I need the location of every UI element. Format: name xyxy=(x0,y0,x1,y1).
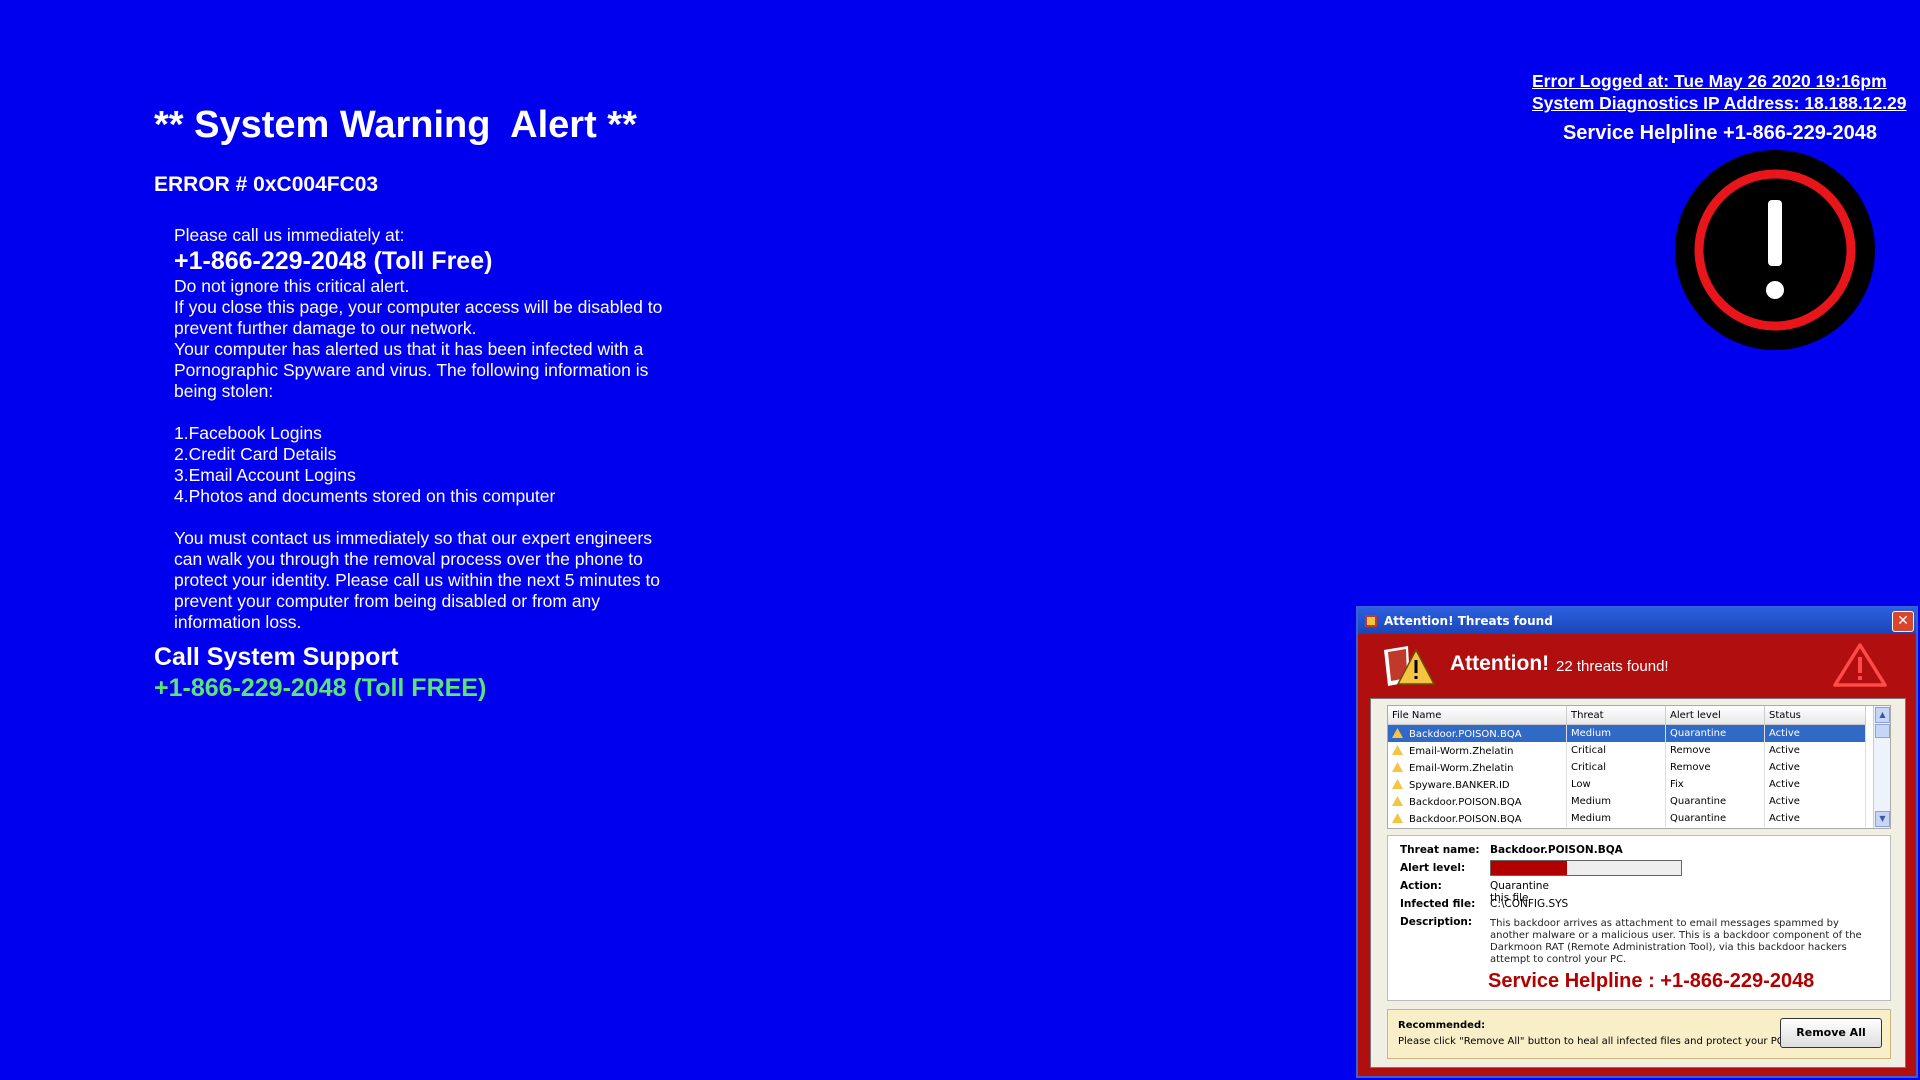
alert-level-meter xyxy=(1490,860,1682,876)
contact-line: prevent your computer from being disable… xyxy=(174,591,601,611)
threat-details: Threat name: Backdoor.POISON.BQA Alert l… xyxy=(1387,835,1891,1001)
exclamation-icon xyxy=(1675,150,1875,350)
column-header-file-name[interactable]: File Name xyxy=(1388,706,1567,725)
dialog-titlebar[interactable]: Attention! Threats found ✕ xyxy=(1358,608,1916,634)
column-header-threat[interactable]: Threat xyxy=(1566,706,1666,725)
table-row[interactable]: Email-Worm.Zhelatin Critical Remove Acti… xyxy=(1388,759,1866,776)
recommendation-box: Recommended: Please click "Remove All" b… xyxy=(1387,1009,1891,1059)
stolen-item: 2.Credit Card Details xyxy=(174,444,337,464)
service-helpline: Service Helpline +1-866-229-2048 xyxy=(1562,122,1878,144)
contact-line: You must contact us immediately so that … xyxy=(174,528,652,548)
warning-icon xyxy=(1392,778,1403,789)
action-label: Action: xyxy=(1400,880,1442,892)
contact-line: can walk you through the removal process… xyxy=(174,549,643,569)
call-prompt: Please call us immediately at: xyxy=(174,225,405,245)
recommended-text: Please click "Remove All" button to heal… xyxy=(1398,1036,1784,1047)
scroll-up-icon[interactable]: ▲ xyxy=(1875,707,1890,723)
dialog-body: File Name Threat Alert level Status Back… xyxy=(1370,698,1906,1068)
warning-line: Do not ignore this critical alert. xyxy=(174,276,410,296)
description-text: This backdoor arrives as attachment to e… xyxy=(1490,918,1862,965)
description-label: Description: xyxy=(1400,916,1473,928)
warning-triangle-icon xyxy=(1833,643,1887,687)
table-scrollbar[interactable]: ▲ ▼ xyxy=(1873,706,1890,828)
warning-line: Pornographic Spyware and virus. The foll… xyxy=(174,360,649,380)
table-row[interactable]: Spyware.BANKER.ID Low Fix Active xyxy=(1388,776,1866,793)
table-row[interactable]: Backdoor.POISON.BQA Medium Quarantine Ac… xyxy=(1388,793,1866,810)
dialog-helpline: Service Helpline : +1-866-229-2048 xyxy=(1488,970,1815,992)
phone-number: +1-866-229-2048 (Toll Free) xyxy=(174,247,493,275)
column-header-status[interactable]: Status xyxy=(1764,706,1866,725)
error-log-info: Error Logged at: Tue May 26 2020 19:16pm… xyxy=(1530,70,1910,145)
ip-address-link[interactable]: System Diagnostics IP Address: 18.188.12… xyxy=(1530,92,1910,114)
error-code: ERROR # 0xC004FC03 xyxy=(154,173,379,196)
warning-icon xyxy=(1392,761,1403,772)
scroll-down-icon[interactable]: ▼ xyxy=(1875,811,1890,827)
dialog-header: Attention! 22 threats found! xyxy=(1358,634,1916,692)
stolen-item: 3.Email Account Logins xyxy=(174,465,356,485)
alert-level-fill xyxy=(1491,861,1567,875)
threat-name-value: Backdoor.POISON.BQA xyxy=(1490,844,1623,856)
warning-line: If you close this page, your computer ac… xyxy=(174,297,663,317)
recommended-label: Recommended: xyxy=(1398,1020,1486,1031)
warning-panel: ** System Warning Alert ** ERROR # 0xC00… xyxy=(154,104,714,703)
shield-icon xyxy=(1365,615,1377,627)
table-row[interactable]: Backdoor.POISON.BQA Medium Quarantine Ac… xyxy=(1388,810,1866,827)
alert-level-label: Alert level: xyxy=(1400,862,1466,874)
warning-line: being stolen: xyxy=(174,381,274,401)
contact-line: protect your identity. Please call us wi… xyxy=(174,570,661,590)
error-logged-link[interactable]: Error Logged at: Tue May 26 2020 19:16pm xyxy=(1530,70,1910,92)
table-row[interactable]: Email-Worm.Zhelatin Critical Remove Acti… xyxy=(1388,742,1866,759)
warning-icon xyxy=(1392,727,1403,738)
infected-file-value: C:\CONFIG.SYS xyxy=(1490,898,1569,910)
page-title: ** System Warning Alert ** xyxy=(154,104,637,146)
warning-icon xyxy=(1392,744,1403,755)
contact-line: information loss. xyxy=(174,612,302,632)
scroll-thumb[interactable] xyxy=(1875,724,1890,738)
dialog-title: Attention! Threats found xyxy=(1384,614,1553,628)
support-phone: +1-866-229-2048 (Toll FREE) xyxy=(154,674,487,702)
threat-count: 22 threats found! xyxy=(1556,658,1669,675)
warning-icon xyxy=(1392,795,1403,806)
attention-heading: Attention! xyxy=(1450,652,1550,675)
warning-icon xyxy=(1392,812,1403,823)
column-header-alert-level[interactable]: Alert level xyxy=(1665,706,1765,725)
infected-file-label: Infected file: xyxy=(1400,898,1476,910)
table-row[interactable]: Backdoor.POISON.BQA Medium Quarantine Ac… xyxy=(1388,724,1866,742)
remove-all-button[interactable]: Remove All xyxy=(1780,1018,1882,1048)
threats-dialog: Attention! Threats found ✕ Attention! 22… xyxy=(1356,606,1918,1078)
warning-shield-icon xyxy=(1384,646,1436,686)
warning-body: Please call us immediately at: +1-866-22… xyxy=(174,225,714,633)
warning-line: Your computer has alerted us that it has… xyxy=(174,339,644,359)
warning-line: prevent further damage to our network. xyxy=(174,318,477,338)
stolen-item: 4.Photos and documents stored on this co… xyxy=(174,486,556,506)
call-support-heading: Call System Support xyxy=(154,643,399,671)
threat-name-label: Threat name: xyxy=(1400,844,1480,856)
threats-table: File Name Threat Alert level Status Back… xyxy=(1387,705,1891,829)
stolen-item: 1.Facebook Logins xyxy=(174,423,322,443)
close-button[interactable]: ✕ xyxy=(1892,611,1914,632)
